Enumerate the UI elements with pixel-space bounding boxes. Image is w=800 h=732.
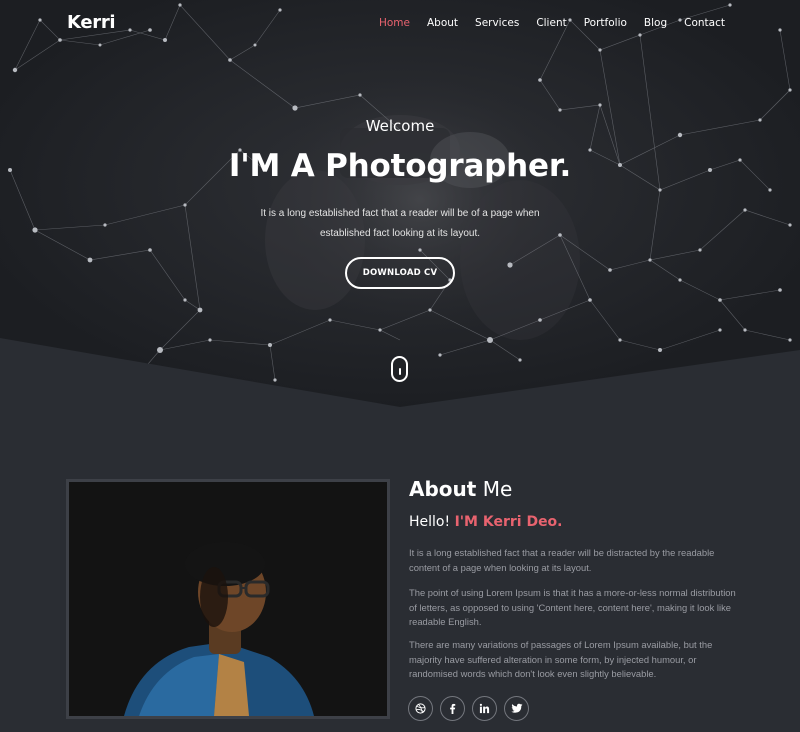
about-portrait-photo (66, 479, 390, 719)
top-navbar: Kerri Home About Services Client Portfol… (0, 0, 800, 48)
brand-logo[interactable]: Kerri (67, 12, 116, 33)
facebook-icon[interactable] (440, 696, 465, 721)
nav-contact[interactable]: Contact (684, 17, 725, 29)
nav-services[interactable]: Services (475, 17, 519, 29)
hero-welcome: Welcome (365, 117, 435, 135)
nav-portfolio[interactable]: Portfolio (584, 17, 627, 29)
nav-home[interactable]: Home (379, 17, 410, 29)
about-heading: About Me (409, 477, 512, 501)
about-paragraph-3: There are many variations of passages of… (409, 639, 713, 680)
download-cv-button[interactable]: DOWNLOAD CV (345, 257, 455, 289)
scroll-down-mouse-icon[interactable] (391, 356, 408, 382)
greeting-name: I'M Kerri Deo. (454, 514, 563, 530)
dribbble-icon[interactable] (408, 696, 433, 721)
about-heading-light: Me (482, 477, 513, 501)
about-paragraph-1: It is a long established fact that a rea… (409, 547, 715, 573)
portrait-illustration (69, 482, 387, 716)
about-greeting: Hello! I'M Kerri Deo. (409, 514, 563, 530)
about-heading-bold: About (409, 477, 477, 501)
nav-about[interactable]: About (427, 17, 458, 29)
hero-intro: It is a long established fact that a rea… (260, 208, 540, 239)
about-paragraph-2: The point of using Lorem Ipsum is that i… (409, 587, 736, 628)
nav-blog[interactable]: Blog (644, 17, 667, 29)
nav-client[interactable]: Client (536, 17, 566, 29)
nav-menu: Home About Services Client Portfolio Blo… (362, 17, 725, 29)
hero-headline: I'M A Photographer. (228, 148, 572, 184)
mouse-wheel (398, 368, 401, 375)
hero-section: Kerri Home About Services Client Portfol… (0, 0, 800, 410)
social-links (408, 696, 536, 721)
linkedin-icon[interactable] (472, 696, 497, 721)
twitter-icon[interactable] (504, 696, 529, 721)
greeting-prefix: Hello! (409, 514, 451, 530)
